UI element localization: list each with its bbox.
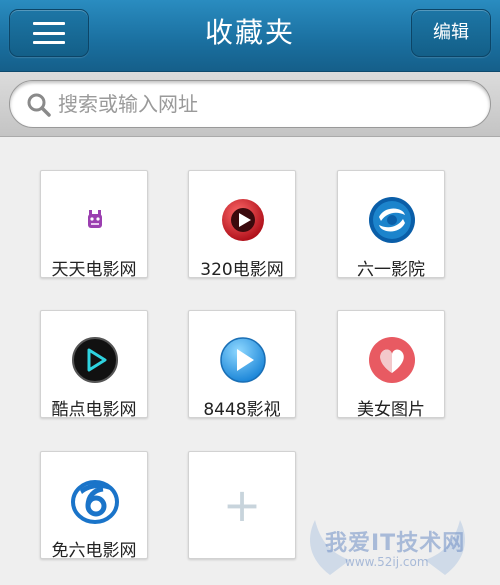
watermark-url: www.52ij.com [345, 555, 429, 569]
bookmark-label: 免六电影网 [51, 541, 137, 561]
blue-swirl-icon [369, 197, 415, 243]
bookmark-tile[interactable]: 免六电影网 [40, 451, 148, 561]
dark-play-icon [72, 337, 118, 383]
bookmark-label: 320电影网 [200, 260, 284, 280]
edit-button[interactable]: 编辑 [411, 9, 491, 57]
bookmark-label: 酷点电影网 [51, 400, 137, 420]
search-icon [27, 93, 51, 117]
bookmark-tile[interactable]: 320电影网 [188, 170, 296, 280]
watermark: 我爱IT技术网 www.52ij.com [270, 505, 500, 585]
bookmark-label: 六一影院 [357, 260, 425, 280]
search-box[interactable] [9, 80, 491, 128]
bookmark-tile[interactable]: 8448影视 [188, 310, 296, 420]
red-play-icon [222, 199, 264, 241]
bookmark-tile[interactable]: 六一影院 [337, 170, 445, 280]
top-bar: 收藏夹 编辑 [0, 0, 500, 72]
bookmark-tile[interactable]: 酷点电影网 [40, 310, 148, 420]
blue-six-icon [71, 480, 119, 524]
bookmark-tile[interactable]: 天天电影网 [40, 170, 148, 280]
bookmark-label: 天天电影网 [51, 260, 137, 280]
bookmark-tile[interactable]: 美女图片 [337, 310, 445, 420]
search-bar [0, 72, 500, 137]
watermark-text: 我爱IT技术网 [325, 531, 466, 556]
tiantian-logo-icon [88, 210, 102, 228]
red-heart-icon [369, 337, 415, 383]
blue-play-icon [220, 337, 266, 383]
bookmark-label: 美女图片 [357, 400, 425, 420]
search-input[interactable] [58, 81, 470, 127]
bookmark-label: 8448影视 [203, 400, 281, 420]
